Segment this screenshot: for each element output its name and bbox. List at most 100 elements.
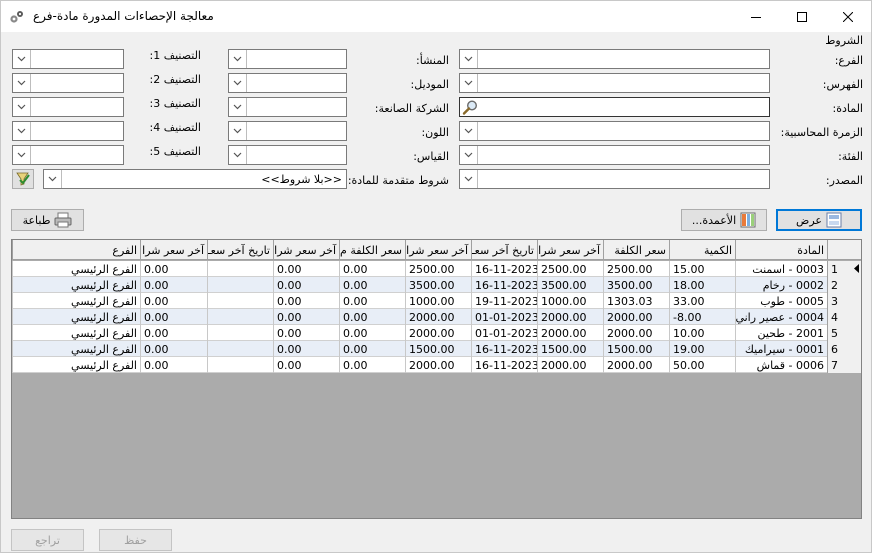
- table-cell-last-date[interactable]: 01-01-2023: [471, 325, 537, 341]
- table-cell-last-buy2[interactable]: 2000.00: [405, 325, 471, 341]
- table-cell-last-buy4[interactable]: 0.00: [140, 293, 207, 309]
- column-header[interactable]: تاريخ آخر سعـ: [471, 240, 537, 260]
- row-header[interactable]: 3: [827, 293, 861, 309]
- table-cell-cost-m[interactable]: 0.00: [339, 309, 405, 325]
- table-cell-last-date2[interactable]: [207, 341, 273, 357]
- table-cell-last-buy3[interactable]: 0.00: [273, 277, 339, 293]
- table-cell-material[interactable]: 2001 - طحين: [735, 325, 827, 341]
- chevron-down-icon[interactable]: [44, 170, 62, 188]
- table-cell-last-date[interactable]: 16-11-2023: [471, 341, 537, 357]
- chevron-down-icon[interactable]: [229, 146, 247, 164]
- table-cell-last-date2[interactable]: [207, 309, 273, 325]
- table-cell-cost-m[interactable]: 0.00: [339, 341, 405, 357]
- table-cell-last-buy4[interactable]: 0.00: [140, 341, 207, 357]
- row-header[interactable]: 6: [827, 341, 861, 357]
- class2-combo[interactable]: [12, 73, 124, 93]
- table-cell-material[interactable]: 0005 - طوب: [735, 293, 827, 309]
- table-cell-last-buy[interactable]: 1500.00: [537, 341, 603, 357]
- class3-combo[interactable]: [12, 97, 124, 117]
- chevron-down-icon[interactable]: [460, 74, 478, 92]
- color-combo[interactable]: [228, 121, 347, 141]
- table-cell-last-buy3[interactable]: 0.00: [273, 341, 339, 357]
- table-cell-qty[interactable]: 18.00: [669, 277, 735, 293]
- table-cell-cost-m[interactable]: 0.00: [339, 357, 405, 373]
- table-row[interactable]: 6 0001 - سيراميك 19.00 1500.00 1500.00 16-11-…: [12, 341, 861, 357]
- table-cell-material[interactable]: 0002 - رخام: [735, 277, 827, 293]
- table-cell-branch[interactable]: الفرع الرئيسي: [12, 357, 140, 373]
- table-cell-qty[interactable]: 15.00: [669, 261, 735, 277]
- table-cell-last-buy3[interactable]: 0.00: [273, 293, 339, 309]
- table-cell-cost-m[interactable]: 0.00: [339, 293, 405, 309]
- table-cell-last-buy3[interactable]: 0.00: [273, 261, 339, 277]
- chevron-down-icon[interactable]: [460, 170, 478, 188]
- row-header[interactable]: 5: [827, 325, 861, 341]
- advanced-conditions-combo[interactable]: <<بلا شروط>>: [43, 169, 347, 189]
- row-header[interactable]: 1: [827, 261, 861, 277]
- table-cell-material[interactable]: 0004 - عصير راني: [735, 309, 827, 325]
- column-header[interactable]: سعر الكلفة: [603, 240, 669, 260]
- accounting-group-combo[interactable]: [459, 121, 770, 141]
- table-cell-cost[interactable]: 3500.00: [603, 277, 669, 293]
- table-cell-last-date[interactable]: 19-11-2023: [471, 293, 537, 309]
- table-cell-material[interactable]: 0006 - قماش: [735, 357, 827, 373]
- table-row[interactable]: 2 0002 - رخام 18.00 3500.00 3500.00 16-11-202…: [12, 277, 861, 293]
- table-cell-cost-m[interactable]: 0.00: [339, 277, 405, 293]
- class4-combo[interactable]: [12, 121, 124, 141]
- table-cell-last-buy4[interactable]: 0.00: [140, 277, 207, 293]
- table-cell-last-buy4[interactable]: 0.00: [140, 357, 207, 373]
- table-cell-last-date[interactable]: 01-01-2023: [471, 309, 537, 325]
- columns-button[interactable]: الأعمدة...: [681, 209, 767, 231]
- table-row[interactable]: 3 0005 - طوب 33.00 1303.03 1000.00 19-11-2023…: [12, 293, 861, 309]
- table-cell-cost[interactable]: 2000.00: [603, 357, 669, 373]
- filter-button[interactable]: [12, 169, 34, 189]
- column-header[interactable]: آخر سعر شرا: [537, 240, 603, 260]
- material-field[interactable]: [459, 97, 770, 117]
- table-cell-cost[interactable]: 1500.00: [603, 341, 669, 357]
- column-header[interactable]: الفرع: [12, 240, 140, 260]
- table-cell-cost-m[interactable]: 0.00: [339, 261, 405, 277]
- minimize-button[interactable]: [733, 1, 779, 32]
- chevron-down-icon[interactable]: [229, 98, 247, 116]
- column-header[interactable]: آخر سعر شرا: [405, 240, 471, 260]
- chevron-down-icon[interactable]: [13, 50, 31, 68]
- table-cell-branch[interactable]: الفرع الرئيسي: [12, 325, 140, 341]
- chevron-down-icon[interactable]: [460, 50, 478, 68]
- table-cell-qty[interactable]: 33.00: [669, 293, 735, 309]
- undo-button[interactable]: تراجع: [11, 529, 84, 551]
- column-header[interactable]: تاريخ آخر سعـ: [207, 240, 273, 260]
- table-cell-material[interactable]: 0001 - سيراميك: [735, 341, 827, 357]
- chevron-down-icon[interactable]: [229, 122, 247, 140]
- save-button[interactable]: حفظ: [99, 529, 172, 551]
- table-cell-last-date2[interactable]: [207, 277, 273, 293]
- table-cell-last-buy[interactable]: 3500.00: [537, 277, 603, 293]
- chevron-down-icon[interactable]: [13, 98, 31, 116]
- column-header[interactable]: الكمية: [669, 240, 735, 260]
- table-cell-last-buy[interactable]: 2000.00: [537, 357, 603, 373]
- source-combo[interactable]: [459, 169, 770, 189]
- table-cell-branch[interactable]: الفرع الرئيسي: [12, 309, 140, 325]
- chevron-down-icon[interactable]: [460, 146, 478, 164]
- table-cell-branch[interactable]: الفرع الرئيسي: [12, 293, 140, 309]
- table-cell-last-buy[interactable]: 2500.00: [537, 261, 603, 277]
- origin-combo[interactable]: [228, 49, 347, 69]
- table-cell-last-date[interactable]: 16-11-2023: [471, 357, 537, 373]
- table-cell-last-buy4[interactable]: 0.00: [140, 309, 207, 325]
- class1-combo[interactable]: [12, 49, 124, 69]
- table-cell-cost[interactable]: 1303.03: [603, 293, 669, 309]
- table-cell-last-buy2[interactable]: 2000.00: [405, 357, 471, 373]
- model-combo[interactable]: [228, 73, 347, 93]
- table-cell-last-date2[interactable]: [207, 357, 273, 373]
- table-cell-qty[interactable]: -8.00: [669, 309, 735, 325]
- table-cell-last-buy2[interactable]: 1500.00: [405, 341, 471, 357]
- chevron-down-icon[interactable]: [229, 50, 247, 68]
- print-button[interactable]: طباعة: [11, 209, 84, 231]
- column-header[interactable]: آخر سعر شرا: [140, 240, 207, 260]
- table-cell-last-buy4[interactable]: 0.00: [140, 261, 207, 277]
- table-cell-last-buy2[interactable]: 2000.00: [405, 309, 471, 325]
- chevron-down-icon[interactable]: [13, 122, 31, 140]
- table-cell-last-buy2[interactable]: 2500.00: [405, 261, 471, 277]
- table-cell-last-date2[interactable]: [207, 261, 273, 277]
- index-combo[interactable]: [459, 73, 770, 93]
- close-button[interactable]: [825, 1, 871, 32]
- table-cell-cost[interactable]: 2500.00: [603, 261, 669, 277]
